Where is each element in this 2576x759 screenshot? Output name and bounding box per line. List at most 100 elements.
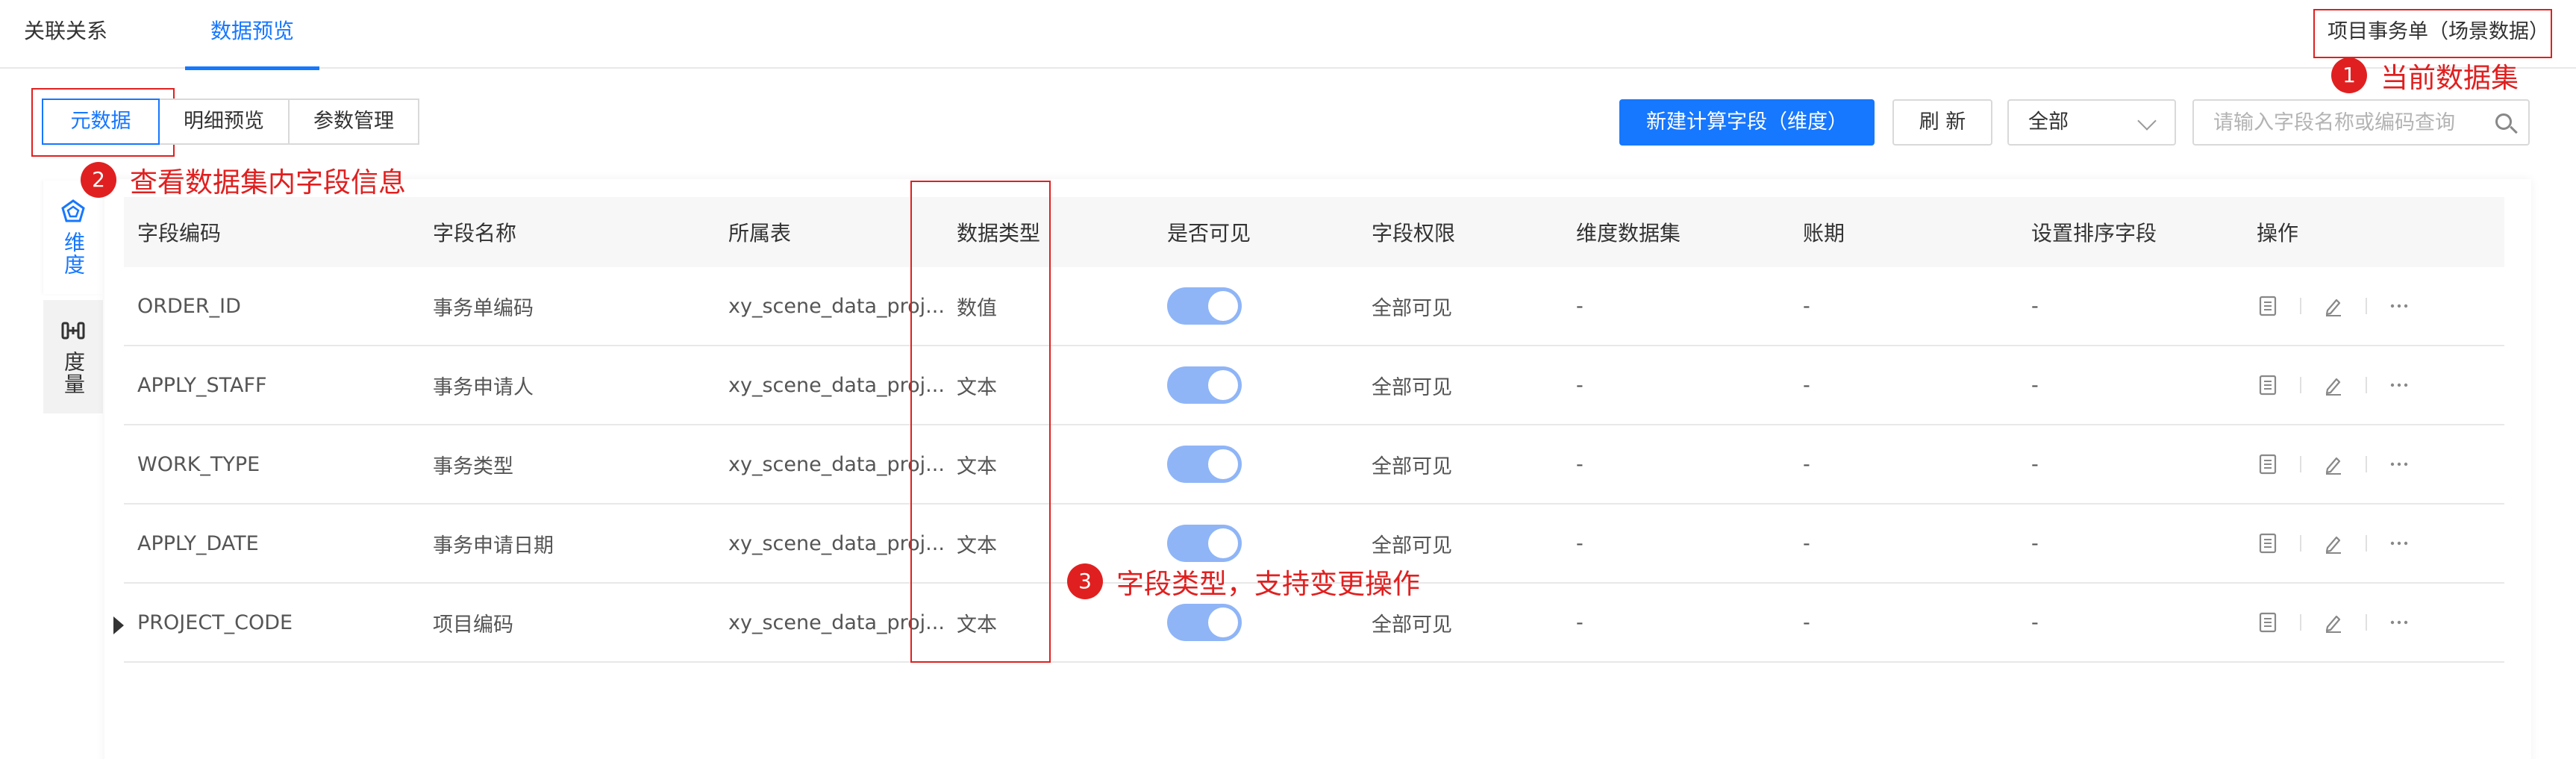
measure-icon [61,322,85,340]
source-table: xy_scene_data_proj... [728,531,945,555]
source-table: xy_scene_data_proj... [728,452,945,476]
chevron-down-icon [2137,111,2157,131]
field-name: 事务申请日期 [433,534,554,557]
column-header-field-name: 字段名称 [433,221,517,246]
search-input[interactable] [2194,101,2477,144]
visibility-toggle[interactable] [1167,287,1242,325]
edit-icon[interactable] [2322,453,2345,475]
document-icon[interactable] [2257,453,2279,475]
filter-select-value: 全部 [2028,110,2069,134]
row-actions [2257,584,2480,661]
field-code: WORK_TYPE [137,452,260,476]
visibility-toggle[interactable] [1167,446,1242,483]
table-row: ORDER_ID 事务单编码 xy_scene_data_proj... 数值 … [124,267,2504,346]
column-header-period: 账期 [1803,221,1845,246]
annotation-2-text: 查看数据集内字段信息 [130,166,406,199]
field-name: 项目编码 [433,613,513,637]
edit-icon[interactable] [2322,374,2345,396]
more-icon[interactable] [2388,453,2410,475]
filter-select[interactable]: 全部 [2007,99,2176,146]
edit-icon[interactable] [2322,611,2345,634]
field-code: APPLY_DATE [137,531,259,555]
more-icon[interactable] [2388,295,2410,317]
visibility-cell [1167,267,1316,345]
action-divider [2300,614,2301,631]
data-type[interactable]: 文本 [957,505,1076,582]
sort-field: - [2031,294,2039,318]
sidebar-item-label: 度量 [61,351,86,396]
sidebar-item-label: 维度 [61,231,86,276]
sort-field: - [2031,373,2039,397]
field-table-panel: 字段编码 字段名称 所属表 数据类型 是否可见 字段权限 维度数据集 账期 设置… [104,179,2531,759]
current-dataset-name: 项目事务单（场景数据） [2328,20,2549,43]
action-divider [2300,535,2301,552]
annotation-3-text: 字段类型，支持变更操作 [1116,568,1420,600]
document-icon[interactable] [2257,295,2279,317]
period: - [1803,452,1810,476]
expand-row-icon[interactable] [113,616,124,634]
row-actions [2257,425,2480,503]
dimension-dataset: - [1576,452,1584,476]
sort-field: - [2031,610,2039,634]
data-type[interactable]: 文本 [957,584,1076,661]
field-permission: 全部可见 [1372,455,1452,478]
data-type[interactable]: 数值 [957,267,1076,345]
field-name: 事务类型 [433,455,513,478]
action-divider [2366,377,2367,393]
column-header-visible: 是否可见 [1167,221,1251,246]
column-header-dimension-dataset: 维度数据集 [1576,221,1681,246]
refresh-button[interactable]: 刷 新 [1892,99,1992,146]
edit-icon[interactable] [2322,532,2345,555]
edit-icon[interactable] [2322,295,2345,317]
column-header-permission: 字段权限 [1372,221,1456,246]
action-divider [2300,377,2301,393]
dimension-dataset: - [1576,610,1584,634]
period: - [1803,531,1810,555]
data-type[interactable]: 文本 [957,346,1076,424]
field-code: PROJECT_CODE [137,610,293,634]
document-icon[interactable] [2257,532,2279,555]
period: - [1803,610,1810,634]
view-tab-group: 元数据 明细预览 参数管理 [42,99,419,145]
column-header-field-code: 字段编码 [137,221,222,246]
annotation-3-number: 3 [1067,563,1103,599]
table-header: 字段编码 字段名称 所属表 数据类型 是否可见 字段权限 维度数据集 账期 设置… [124,197,2504,267]
tab-data-preview[interactable]: 数据预览 [185,0,319,70]
action-divider [2366,298,2367,314]
row-actions [2257,267,2480,345]
tab-relations[interactable]: 关联关系 [24,0,107,69]
more-icon[interactable] [2388,374,2410,396]
annotation-3: 3 字段类型，支持变更操作 [1067,561,1420,602]
tab-parameter-management[interactable]: 参数管理 [288,99,419,145]
source-table: xy_scene_data_proj... [728,294,945,318]
document-icon[interactable] [2257,611,2279,634]
tab-detail-preview[interactable]: 明细预览 [158,99,290,145]
dimension-dataset: - [1576,373,1584,397]
field-name: 事务单编码 [433,296,534,320]
table-body: ORDER_ID 事务单编码 xy_scene_data_proj... 数值 … [113,267,2504,663]
new-calculated-field-button[interactable]: 新建计算字段（维度） [1619,99,1875,146]
annotation-1-text: 当前数据集 [2380,62,2519,94]
visibility-toggle[interactable] [1167,525,1242,562]
visibility-cell [1167,425,1316,503]
dimension-icon [61,199,85,222]
data-type[interactable]: 文本 [957,425,1076,503]
annotation-1-number: 1 [2331,57,2367,93]
row-actions [2257,505,2480,582]
field-name: 事务申请人 [433,375,534,399]
field-permission: 全部可见 [1372,375,1452,399]
sidebar-item-measure[interactable]: 度量 [43,300,103,413]
document-icon[interactable] [2257,374,2279,396]
action-divider [2366,535,2367,552]
action-divider [2300,298,2301,314]
period: - [1803,373,1810,397]
tab-metadata[interactable]: 元数据 [42,99,160,145]
visibility-toggle[interactable] [1167,604,1242,641]
visibility-toggle[interactable] [1167,366,1242,404]
more-icon[interactable] [2388,532,2410,555]
field-code: ORDER_ID [137,294,241,318]
dimension-dataset: - [1576,531,1584,555]
search-icon[interactable] [2495,113,2512,130]
annotation-2-number: 2 [81,162,116,198]
more-icon[interactable] [2388,611,2410,634]
